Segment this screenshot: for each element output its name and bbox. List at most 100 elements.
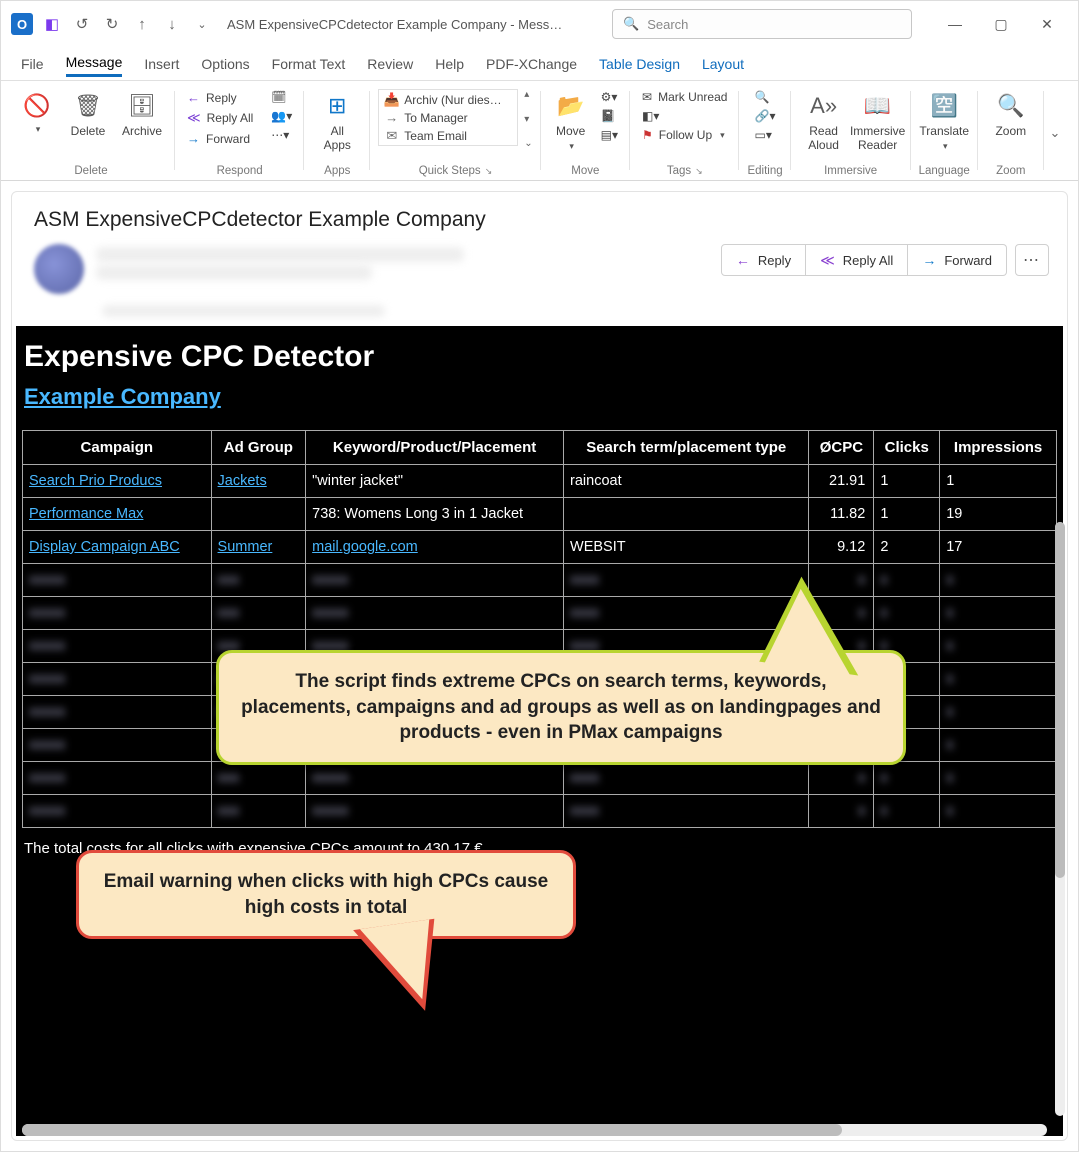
reply-all-button[interactable]: ≪Reply All <box>183 109 257 127</box>
meeting-button[interactable]: 🗓 <box>267 89 296 105</box>
reply-button[interactable]: ←Reply <box>183 89 257 106</box>
email-body-scroll[interactable]: Expensive CPC Detector Example Company C… <box>16 326 1063 1136</box>
quicksteps-launcher-icon[interactable]: ↘ <box>485 166 493 177</box>
campaign-link[interactable]: Search Prio Producs <box>29 473 162 489</box>
all-apps-button[interactable]: ⊞All Apps <box>312 89 362 154</box>
msg-forward-button[interactable]: →Forward <box>908 244 1007 276</box>
tab-layout[interactable]: Layout <box>702 52 744 76</box>
group-label-apps: Apps <box>324 164 350 180</box>
ribbon-group-move: 📂Move▾ ⚙▾ 📓 ▤▾ Move <box>541 85 630 180</box>
table-row-blurred: xxxxxxxxxxxxxxxxxxxx <box>23 762 1057 795</box>
tags-launcher-icon[interactable]: ↘ <box>695 166 703 177</box>
zoom-button[interactable]: 🔍Zoom <box>986 89 1036 140</box>
select-button[interactable]: ▭▾ <box>751 127 780 143</box>
ribbon-group-apps: ⊞All Apps Apps <box>304 85 370 180</box>
forward-button[interactable]: →Forward <box>183 130 257 147</box>
group-label-quicksteps: Quick Steps↘ <box>419 164 493 180</box>
quick-step-to-manager[interactable]: →To Manager <box>381 110 515 125</box>
ribbon: 🚫▾ 🗑Delete 🗄Archive Delete ←Reply ≪Reply… <box>1 81 1078 181</box>
adgroup-link[interactable]: Summer <box>218 539 273 555</box>
qat-dropdown-icon[interactable]: ⌄ <box>191 13 213 35</box>
cell-term: raincoat <box>564 465 809 498</box>
maximize-button[interactable]: ▢ <box>978 6 1024 42</box>
cell-clicks: 2 <box>874 531 940 564</box>
cell-cpc: 21.91 <box>809 465 874 498</box>
ribbon-tabs: File Message Insert Options Format Text … <box>1 47 1078 81</box>
group-label-immersive: Immersive <box>824 164 877 180</box>
ribbon-group-immersive: A»Read Aloud 📖Immersive Reader Immersive <box>791 85 911 180</box>
tab-review[interactable]: Review <box>367 52 413 76</box>
search-box[interactable]: 🔍 Search <box>612 9 912 39</box>
tab-pdf-xchange[interactable]: PDF-XChange <box>486 52 577 76</box>
keyword-link[interactable]: mail.google.com <box>312 539 418 555</box>
share-button[interactable]: 👥▾ <box>267 108 296 124</box>
actions-button[interactable]: ▤▾ <box>597 127 622 143</box>
sender-info <box>96 244 709 283</box>
msg-reply-all-button[interactable]: ≪Reply All <box>806 244 908 276</box>
table-row: Performance Max 738: Womens Long 3 in 1 … <box>23 498 1057 531</box>
quick-step-archiv[interactable]: 📥Archiv (Nur dies… <box>381 92 515 107</box>
ribbon-group-editing: 🔍 🔗▾ ▭▾ Editing <box>739 85 790 180</box>
msg-more-button[interactable]: ⋯ <box>1015 244 1049 276</box>
cell-clicks: 1 <box>874 465 940 498</box>
next-item-icon[interactable]: ↓ <box>161 13 183 35</box>
minimize-button[interactable]: ― <box>932 6 978 42</box>
find-button[interactable]: 🔍 <box>751 89 780 105</box>
mark-unread-button[interactable]: ✉Mark Unread <box>638 89 731 105</box>
onenote-button[interactable]: 📓 <box>597 108 622 124</box>
ignore-button[interactable]: 🚫▾ <box>15 89 59 137</box>
save-icon[interactable]: ◧ <box>41 13 63 35</box>
tab-message[interactable]: Message <box>66 50 123 77</box>
table-row: Search Prio Producs Jackets "winter jack… <box>23 465 1057 498</box>
translate-button[interactable]: 🈳Translate▾ <box>919 89 969 154</box>
table-row: Display Campaign ABC Summer mail.google.… <box>23 531 1057 564</box>
col-clicks: Clicks <box>874 431 940 465</box>
close-button[interactable]: ✕ <box>1024 6 1070 42</box>
table-row-blurred: xxxxxxxxxxxxxxxxxxxx <box>23 564 1057 597</box>
msg-reply-button[interactable]: ←Reply <box>721 244 806 276</box>
col-cpc: ØCPC <box>809 431 874 465</box>
prev-item-icon[interactable]: ↑ <box>131 13 153 35</box>
quickstep-more-icon[interactable]: ⌄ <box>524 138 532 149</box>
recipient-line <box>12 302 1067 326</box>
categorize-button[interactable]: ◧▾ <box>638 108 731 124</box>
related-button[interactable]: 🔗▾ <box>751 108 780 124</box>
read-aloud-button[interactable]: A»Read Aloud <box>799 89 849 154</box>
group-label-zoom: Zoom <box>996 164 1025 180</box>
quickstep-up-icon[interactable]: ▴ <box>524 89 532 100</box>
tab-format-text[interactable]: Format Text <box>272 52 346 76</box>
group-label-language: Language <box>919 164 970 180</box>
campaign-link[interactable]: Display Campaign ABC <box>29 539 180 555</box>
undo-icon[interactable]: ↺ <box>71 13 93 35</box>
archive-button[interactable]: 🗄Archive <box>117 89 167 140</box>
follow-up-button[interactable]: ⚑Follow Up▾ <box>638 127 731 143</box>
callout-red: Email warning when clicks with high CPCs… <box>76 850 576 939</box>
quick-step-team-email[interactable]: ✉Team Email <box>381 128 515 143</box>
quickstep-down-icon[interactable]: ▾ <box>524 114 532 125</box>
vertical-scrollbar[interactable] <box>1055 522 1065 1116</box>
rules-button[interactable]: ⚙▾ <box>597 89 622 105</box>
horizontal-scrollbar[interactable] <box>22 1124 1047 1136</box>
group-label-editing: Editing <box>747 164 782 180</box>
group-label-tags: Tags↘ <box>667 164 703 180</box>
message-actions: ←Reply ≪Reply All →Forward ⋯ <box>721 244 1049 276</box>
adgroup-link[interactable]: Jackets <box>218 473 267 489</box>
move-button[interactable]: 📂Move▾ <box>549 89 593 154</box>
search-icon: 🔍 <box>623 16 639 32</box>
ribbon-collapse-icon[interactable]: ⌄ <box>1048 125 1072 141</box>
col-keyword: Keyword/Product/Placement <box>306 431 564 465</box>
message-header: ←Reply ≪Reply All →Forward ⋯ <box>12 240 1067 302</box>
immersive-reader-button[interactable]: 📖Immersive Reader <box>853 89 903 154</box>
campaign-link[interactable]: Performance Max <box>29 506 143 522</box>
company-link[interactable]: Example Company <box>24 384 221 410</box>
tab-file[interactable]: File <box>21 52 44 76</box>
delete-button[interactable]: 🗑Delete <box>63 89 113 140</box>
tab-options[interactable]: Options <box>201 52 249 76</box>
tab-insert[interactable]: Insert <box>144 52 179 76</box>
redo-icon[interactable]: ↻ <box>101 13 123 35</box>
table-header-row: Campaign Ad Group Keyword/Product/Placem… <box>23 431 1057 465</box>
group-label-delete: Delete <box>74 164 107 180</box>
tab-table-design[interactable]: Table Design <box>599 52 680 76</box>
tab-help[interactable]: Help <box>435 52 464 76</box>
more-respond-button[interactable]: ⋯▾ <box>267 127 296 143</box>
